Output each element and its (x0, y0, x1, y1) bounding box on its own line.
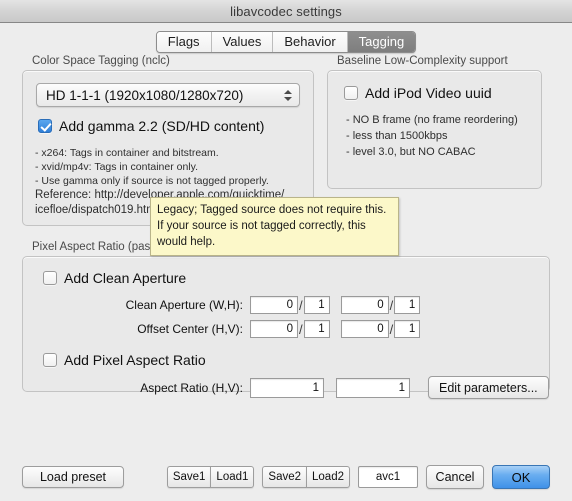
offset-center-row-label: Offset Center (H,V): (137, 322, 243, 336)
pixel-aspect-ratio-checkbox-label: Add Pixel Aspect Ratio (64, 352, 206, 368)
ipod-checkbox-label: Add iPod Video uuid (365, 85, 492, 101)
tabbar: Flags Values Behavior Tagging (155, 30, 417, 53)
ipod-checkbox[interactable] (344, 86, 358, 100)
gamma-checkbox[interactable] (38, 119, 52, 133)
tab-flags[interactable]: Flags (156, 31, 212, 52)
baseline-group-label: Baseline Low-Complexity support (337, 55, 508, 67)
clean-aperture-height-num-input[interactable]: 0 (340, 296, 389, 314)
baseline-notes: - NO B frame (no frame reordering) - les… (346, 112, 541, 160)
load-preset-button[interactable]: Load preset (22, 466, 124, 488)
tab-tagging-label: Tagging (358, 34, 405, 49)
gamma-checkbox-label: Add gamma 2.2 (SD/HD content) (59, 118, 265, 134)
aspect-ratio-h-input[interactable]: 1 (250, 377, 324, 398)
window-title: libavcodec settings (230, 3, 342, 19)
clean-aperture-height-den-input[interactable]: 1 (394, 296, 421, 314)
settings-content: Color Space Tagging (nclc) HD 1-1-1 (192… (0, 55, 572, 399)
offset-center-h-den-input[interactable]: 1 (303, 320, 330, 338)
tabbar-container: Flags Values Behavior Tagging (0, 28, 572, 55)
offset-center-v-den-input[interactable]: 1 (394, 320, 421, 338)
footer-bar: Load preset Save1 Load1 Save2 Load2 avc1… (0, 465, 572, 489)
baseline-note-3: - level 3.0, but NO CABAC (346, 146, 476, 158)
color-space-group-label: Color Space Tagging (nclc) (32, 55, 170, 67)
pixel-aspect-ratio-checkbox[interactable] (43, 353, 57, 367)
ipod-checkbox-row[interactable]: Add iPod Video uuid (344, 85, 541, 101)
clean-aperture-width-num-input[interactable]: 0 (250, 296, 298, 314)
pasp-groupbox: Add Clean Aperture Clean Aperture (W,H):… (22, 256, 550, 399)
color-space-dropdown[interactable]: HD 1-1-1 (1920x1080/1280x720) (36, 83, 300, 107)
tab-tagging[interactable]: Tagging (347, 31, 416, 52)
load1-button[interactable]: Load1 (210, 466, 255, 488)
pixel-aspect-ratio-checkbox-row[interactable]: Add Pixel Aspect Ratio (43, 352, 549, 368)
gamma-checkbox-row[interactable]: Add gamma 2.2 (SD/HD content) (38, 118, 313, 134)
aspect-ratio-row-label: Aspect Ratio (H,V): (140, 380, 243, 395)
slot2-button-pair: Save2 Load2 (262, 466, 350, 488)
cancel-button[interactable]: Cancel (426, 465, 484, 489)
tab-values-label: Values (222, 34, 262, 49)
save2-button[interactable]: Save2 (262, 466, 307, 488)
offset-center-h-num-input[interactable]: 0 (250, 320, 298, 338)
color-space-note-2: - xvid/mp4v: Tags in container only. (35, 161, 199, 173)
pasp-section: Pixel Aspect Ratio (pasp) and Clean Apre… (22, 241, 550, 399)
aspect-ratio-v-input[interactable]: 1 (336, 377, 410, 398)
window-titlebar: libavcodec settings (0, 0, 572, 23)
save1-button[interactable]: Save1 (166, 466, 211, 488)
baseline-groupbox: Add iPod Video uuid - NO B frame (no fra… (327, 70, 542, 189)
clean-aperture-row-label: Clean Aperture (W,H): (125, 298, 243, 312)
color-space-dropdown-value: HD 1-1-1 (1920x1080/1280x720) (46, 87, 244, 103)
aspect-ratio-row: Aspect Ratio (H,V): 1 1 Edit parameters.… (23, 376, 549, 399)
tab-behavior-label: Behavior (284, 34, 336, 49)
offset-center-v-field-group: 0 / 1 (340, 320, 421, 338)
color-space-note-3: - Use gamma only if source is not tagged… (35, 175, 269, 187)
tab-values[interactable]: Values (211, 31, 274, 52)
load2-button[interactable]: Load2 (306, 466, 350, 488)
clean-aperture-row: Clean Aperture (W,H): 0 / 1 0 / 1 (23, 296, 549, 314)
chevron-updown-icon (281, 84, 294, 106)
tab-flags-label: Flags (167, 34, 200, 49)
color-space-note-1: - x264: Tags in container and bitstream. (35, 147, 219, 159)
tooltip-text: Legacy; Tagged source does not require t… (157, 204, 387, 248)
offset-center-row: Offset Center (H,V): 0 / 1 0 / 1 (23, 320, 549, 338)
clean-aperture-checkbox-label: Add Clean Aperture (64, 270, 187, 286)
clean-aperture-width-field-group: 0 / 1 (250, 296, 330, 314)
baseline-note-2: - less than 1500kbps (346, 130, 448, 142)
clean-aperture-checkbox-row[interactable]: Add Clean Aperture (43, 270, 549, 286)
edit-parameters-button[interactable]: Edit parameters... (428, 376, 549, 399)
clean-aperture-width-den-input[interactable]: 1 (303, 296, 330, 314)
offset-center-h-field-group: 0 / 1 (250, 320, 330, 338)
clean-aperture-checkbox[interactable] (43, 271, 57, 285)
slot1-button-pair: Save1 Load1 (166, 466, 255, 488)
clean-aperture-height-field-group: 0 / 1 (340, 296, 421, 314)
footer-button-cluster: Save1 Load1 Save2 Load2 avc1 Cancel OK (166, 465, 550, 489)
ok-button[interactable]: OK (492, 465, 550, 489)
offset-center-v-num-input[interactable]: 0 (340, 320, 389, 338)
fourcc-input[interactable]: avc1 (358, 466, 418, 488)
tooltip-popup: Legacy; Tagged source does not require t… (150, 197, 399, 256)
baseline-note-1: - NO B frame (no frame reordering) (346, 114, 518, 126)
tab-behavior[interactable]: Behavior (273, 31, 348, 52)
